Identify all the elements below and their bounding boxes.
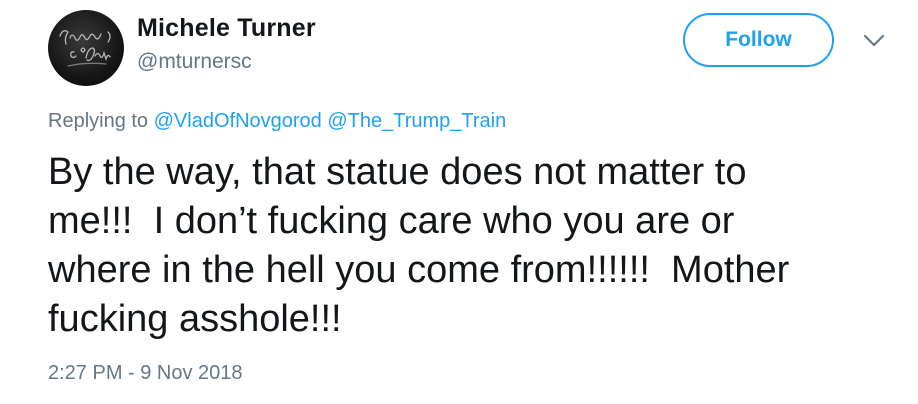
tweet-text-line: where in the hell you come from!!!!!! Mo… <box>48 249 790 291</box>
mention-link[interactable]: @The_Trump_Train <box>327 110 506 132</box>
avatar[interactable] <box>48 10 124 86</box>
follow-button[interactable]: Follow <box>683 13 834 67</box>
replying-to: Replying to @VladOfNovgorod @The_Trump_T… <box>48 110 506 133</box>
timestamp-link[interactable]: 2:27 PM - 9 Nov 2018 <box>48 362 243 385</box>
display-name[interactable]: Michele Turner <box>137 14 316 43</box>
tweet-card: Michele Turner @mturnersc Follow Replyin… <box>0 0 918 404</box>
chevron-down-icon[interactable] <box>863 34 885 48</box>
tweet-text-line: fucking asshole!!! <box>48 298 342 340</box>
username[interactable]: @mturnersc <box>137 50 252 74</box>
replying-to-label: Replying to <box>48 110 149 132</box>
tweet-text-line: By the way, that statue does not matter … <box>48 151 747 193</box>
tweet-text-line: me!!! I don’t fucking care who you are o… <box>48 200 735 242</box>
mention-link[interactable]: @VladOfNovgorod <box>154 110 322 132</box>
tweet-text: By the way, that statue does not matter … <box>48 148 888 344</box>
avatar-logo-icon <box>59 30 111 67</box>
